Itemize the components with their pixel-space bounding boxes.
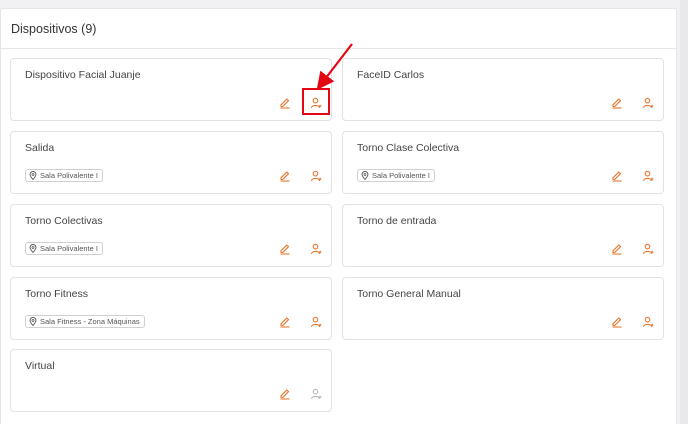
location-label: Sala Polivalente I [372,171,430,180]
user-icon[interactable] [308,314,324,330]
user-icon[interactable] [640,314,656,330]
device-card: Salida Sala Polivalente I [10,131,332,194]
device-name: Torno Colectivas [25,215,103,227]
location-label: Sala Polivalente I [40,171,98,180]
device-name: Torno General Manual [357,288,461,300]
location-pin-icon [29,317,40,326]
panel-title: Dispositivos (9) [11,21,97,36]
device-card: Torno de entrada [342,204,664,267]
location-tag: Sala Fitness - Zona Máquinas [25,315,145,328]
pencil-icon[interactable] [609,314,625,330]
panel-header: Dispositivos (9) [1,9,676,49]
location-tag: Sala Polivalente I [357,169,435,182]
user-icon[interactable] [640,168,656,184]
user-icon[interactable] [640,241,656,257]
user-icon[interactable] [640,95,656,111]
location-pin-icon [361,171,372,180]
pencil-icon[interactable] [609,168,625,184]
device-card: FaceID Carlos [342,58,664,121]
pencil-icon[interactable] [277,95,293,111]
device-card: Torno General Manual [342,277,664,340]
pencil-icon[interactable] [277,241,293,257]
device-name: Dispositivo Facial Juanje [25,69,141,81]
location-tag: Sala Polivalente I [25,169,103,182]
device-card: Torno Fitness Sala Fitness - Zona Máquina… [10,277,332,340]
device-name: Salida [25,142,55,154]
location-label: Sala Polivalente I [40,244,98,253]
pencil-icon[interactable] [277,168,293,184]
device-card: Dispositivo Facial Juanje [10,58,332,121]
location-pin-icon [29,244,40,253]
pencil-icon[interactable] [277,386,293,402]
pencil-icon[interactable] [277,314,293,330]
device-card: Torno Clase Colectiva Sala Polivalente I [342,131,664,194]
device-card: Torno Colectivas Sala Polivalente I [10,204,332,267]
pencil-icon[interactable] [609,241,625,257]
device-card: Virtual [10,349,332,412]
device-name: Torno Clase Colectiva [357,142,460,154]
user-icon[interactable] [308,168,324,184]
location-label: Sala Fitness - Zona Máquinas [40,317,140,326]
user-icon[interactable] [308,95,324,111]
user-icon [308,386,324,402]
device-name: Virtual [25,360,55,372]
scrollbar-track[interactable] [680,0,688,424]
device-name: Torno Fitness [25,288,89,300]
device-name: FaceID Carlos [357,69,425,81]
location-tag: Sala Polivalente I [25,242,103,255]
pencil-icon[interactable] [609,95,625,111]
location-pin-icon [29,171,40,180]
user-icon[interactable] [308,241,324,257]
device-name: Torno de entrada [357,215,437,227]
